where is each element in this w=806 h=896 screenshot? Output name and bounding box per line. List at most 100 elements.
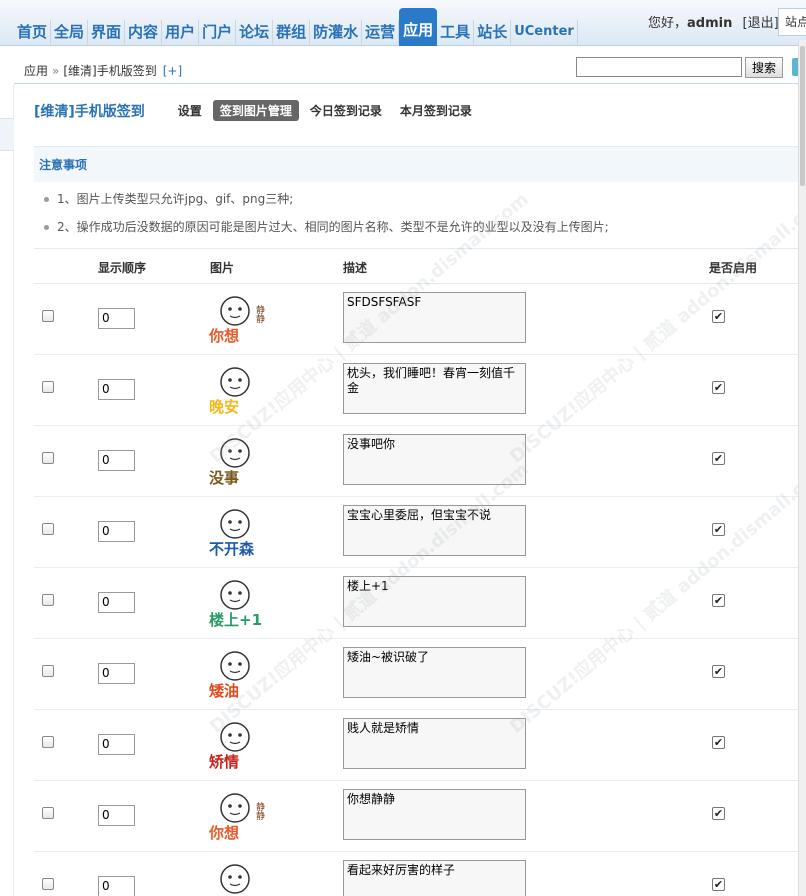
subnav-tab[interactable]: 今日签到记录 bbox=[303, 100, 389, 121]
menu-item[interactable]: 门户 bbox=[199, 20, 237, 44]
description-textarea[interactable]: 矮油~被识破了 bbox=[343, 647, 526, 698]
row-select-checkbox[interactable] bbox=[42, 594, 54, 606]
menu-item[interactable]: 全局 bbox=[51, 20, 89, 44]
menu-item[interactable]: 界面 bbox=[88, 20, 126, 44]
logout-link[interactable]: [退出] bbox=[743, 16, 779, 31]
row-select-checkbox[interactable] bbox=[42, 523, 54, 535]
sign-image: 你想 静静 bbox=[209, 291, 271, 349]
table-row: 0 没事 没事吧你 ✔ bbox=[34, 426, 798, 497]
subnav-tab[interactable]: 设置 bbox=[171, 100, 209, 121]
sticker-text: 楼上+1 bbox=[209, 611, 263, 629]
sign-image: 没事 bbox=[209, 433, 271, 491]
description-textarea[interactable]: 没事吧你 bbox=[343, 434, 526, 485]
sticker-text: 矮油 bbox=[209, 682, 240, 700]
enabled-checkbox[interactable]: ✔ bbox=[712, 523, 725, 536]
description-textarea[interactable]: 你想静静 bbox=[343, 789, 526, 840]
header-enabled: 是否启用 bbox=[709, 261, 758, 275]
enabled-checkbox[interactable]: ✔ bbox=[712, 878, 725, 891]
display-order-input[interactable]: 0 bbox=[98, 308, 135, 329]
sticker-text: 你想 bbox=[209, 327, 240, 345]
row-select-checkbox[interactable] bbox=[42, 736, 54, 748]
menu-item[interactable]: 论坛 bbox=[236, 20, 274, 44]
sign-image: 晚安 bbox=[209, 362, 271, 420]
table-row: 0 楼上+1 楼上+1 ✔ bbox=[34, 568, 798, 639]
display-order-input[interactable]: 0 bbox=[98, 450, 135, 471]
description-textarea[interactable]: 宝宝心里委屈，但宝宝不说 bbox=[343, 505, 526, 556]
display-order-input[interactable]: 0 bbox=[98, 663, 135, 684]
subnav-tab[interactable]: 签到图片管理 bbox=[212, 100, 299, 121]
display-order-input[interactable]: 0 bbox=[98, 592, 135, 613]
top-navigation: 首页 全局 界面 内容 用户 门户 论坛 群组 防灌水 运营 应用 工具 站长 UCenter 您好，ad… bbox=[0, 0, 806, 46]
enabled-checkbox[interactable]: ✔ bbox=[712, 381, 725, 394]
display-order-input[interactable]: 0 bbox=[98, 734, 135, 755]
enabled-checkbox[interactable]: ✔ bbox=[712, 736, 725, 749]
table-row: 0 矮油 矮油~被识破了 ✔ bbox=[34, 639, 798, 710]
subnav-tab[interactable]: 本月签到记录 bbox=[393, 100, 479, 121]
row-select-checkbox[interactable] bbox=[42, 807, 54, 819]
breadcrumb-bar: 应用 » [维清]手机版签到 [+] 搜索 bbox=[14, 56, 806, 84]
enabled-checkbox[interactable]: ✔ bbox=[712, 807, 725, 820]
row-select-checkbox[interactable] bbox=[42, 381, 54, 393]
greeting-text: 您好， bbox=[648, 16, 688, 31]
sign-image: 好厉害 bbox=[209, 859, 271, 896]
sticker-subtext: 静静 bbox=[254, 305, 264, 323]
sign-image: 不开森 bbox=[209, 504, 271, 562]
description-textarea[interactable]: 贱人就是矫情 bbox=[343, 718, 526, 769]
menu-item[interactable]: 防灌水 bbox=[310, 20, 363, 44]
display-order-input[interactable]: 0 bbox=[98, 521, 135, 542]
breadcrumb-separator: » bbox=[52, 64, 60, 78]
main-menu: 首页 全局 界面 内容 用户 门户 论坛 群组 防灌水 运营 应用 工具 站长 UCenter bbox=[14, 8, 578, 46]
header-desc: 描述 bbox=[343, 261, 368, 275]
menu-item[interactable]: 群组 bbox=[273, 20, 311, 44]
display-order-input[interactable]: 0 bbox=[98, 805, 135, 826]
add-shortcut-link[interactable]: [+] bbox=[163, 64, 182, 78]
menu-item[interactable]: 应用 bbox=[399, 8, 438, 46]
sticker-text: 你想 bbox=[209, 824, 240, 842]
menu-item[interactable]: 首页 bbox=[14, 20, 52, 44]
bullet-icon bbox=[44, 225, 49, 230]
description-textarea[interactable]: 枕头，我们睡吧！春宵一刻值千金 bbox=[343, 363, 526, 414]
description-textarea[interactable]: 楼上+1 bbox=[343, 576, 526, 627]
display-order-input[interactable]: 0 bbox=[98, 379, 135, 400]
table-row: 0 你想 静静 你想静静 ✔ bbox=[34, 781, 798, 852]
page-scrollbar[interactable] bbox=[798, 40, 806, 896]
menu-item[interactable]: 内容 bbox=[125, 20, 163, 44]
site-menu-button[interactable]: 站点 bbox=[778, 8, 806, 36]
menu-item[interactable]: 工具 bbox=[437, 20, 475, 44]
enabled-checkbox[interactable]: ✔ bbox=[712, 452, 725, 465]
notice-heading: 注意事项 bbox=[34, 146, 798, 182]
menu-item[interactable]: 站长 bbox=[474, 20, 512, 44]
sign-image: 你想 静静 bbox=[209, 788, 271, 846]
sign-image: 楼上+1 bbox=[209, 575, 271, 633]
table-row: 0 好厉害 看起来好厉害的样子 ✔ bbox=[34, 852, 798, 896]
breadcrumb-root[interactable]: 应用 bbox=[24, 64, 48, 78]
sub-navigation: [维清]手机版签到 设置 签到图片管理 今日签到记录 本月签到记录 bbox=[34, 100, 483, 121]
menu-item[interactable]: 用户 bbox=[162, 20, 200, 44]
header-image: 图片 bbox=[210, 261, 235, 275]
bullet-icon bbox=[44, 197, 49, 202]
enabled-checkbox[interactable]: ✔ bbox=[712, 310, 725, 323]
plugin-title: [维清]手机版签到 bbox=[34, 103, 145, 120]
tip-item: 2、操作成功后没数据的原因可能是图片过大、相同的图片名称、类型不是允许的业型以及… bbox=[44, 218, 609, 235]
table-row: 0 你想 静静 SFDSFSFASF ✔ bbox=[34, 284, 798, 355]
left-sidebar-edge bbox=[0, 84, 14, 896]
search-button[interactable]: 搜索 bbox=[745, 57, 783, 78]
menu-item[interactable]: 运营 bbox=[362, 20, 400, 44]
enabled-checkbox[interactable]: ✔ bbox=[712, 594, 725, 607]
sticker-text: 矫情 bbox=[209, 753, 240, 771]
display-order-input[interactable]: 0 bbox=[98, 876, 135, 896]
row-select-checkbox[interactable] bbox=[42, 310, 54, 322]
enabled-checkbox[interactable]: ✔ bbox=[712, 665, 725, 678]
main-content: [维清]手机版签到 设置 签到图片管理 今日签到记录 本月签到记录 注意事项 1、图片… bbox=[14, 84, 806, 896]
search-input[interactable] bbox=[576, 57, 742, 77]
row-select-checkbox[interactable] bbox=[42, 452, 54, 464]
menu-item[interactable]: UCenter bbox=[511, 20, 578, 44]
subnav-tabs: 设置 签到图片管理 今日签到记录 本月签到记录 bbox=[171, 100, 483, 121]
description-textarea[interactable]: 看起来好厉害的样子 bbox=[343, 860, 526, 896]
scrollbar-thumb[interactable] bbox=[800, 46, 805, 186]
row-select-checkbox[interactable] bbox=[42, 665, 54, 677]
description-textarea[interactable]: SFDSFSFASF bbox=[343, 292, 526, 343]
tip-item: 1、图片上传类型只允许jpg、gif、png三种; bbox=[44, 190, 293, 207]
row-select-checkbox[interactable] bbox=[42, 878, 54, 890]
header-order: 显示顺序 bbox=[98, 261, 147, 275]
